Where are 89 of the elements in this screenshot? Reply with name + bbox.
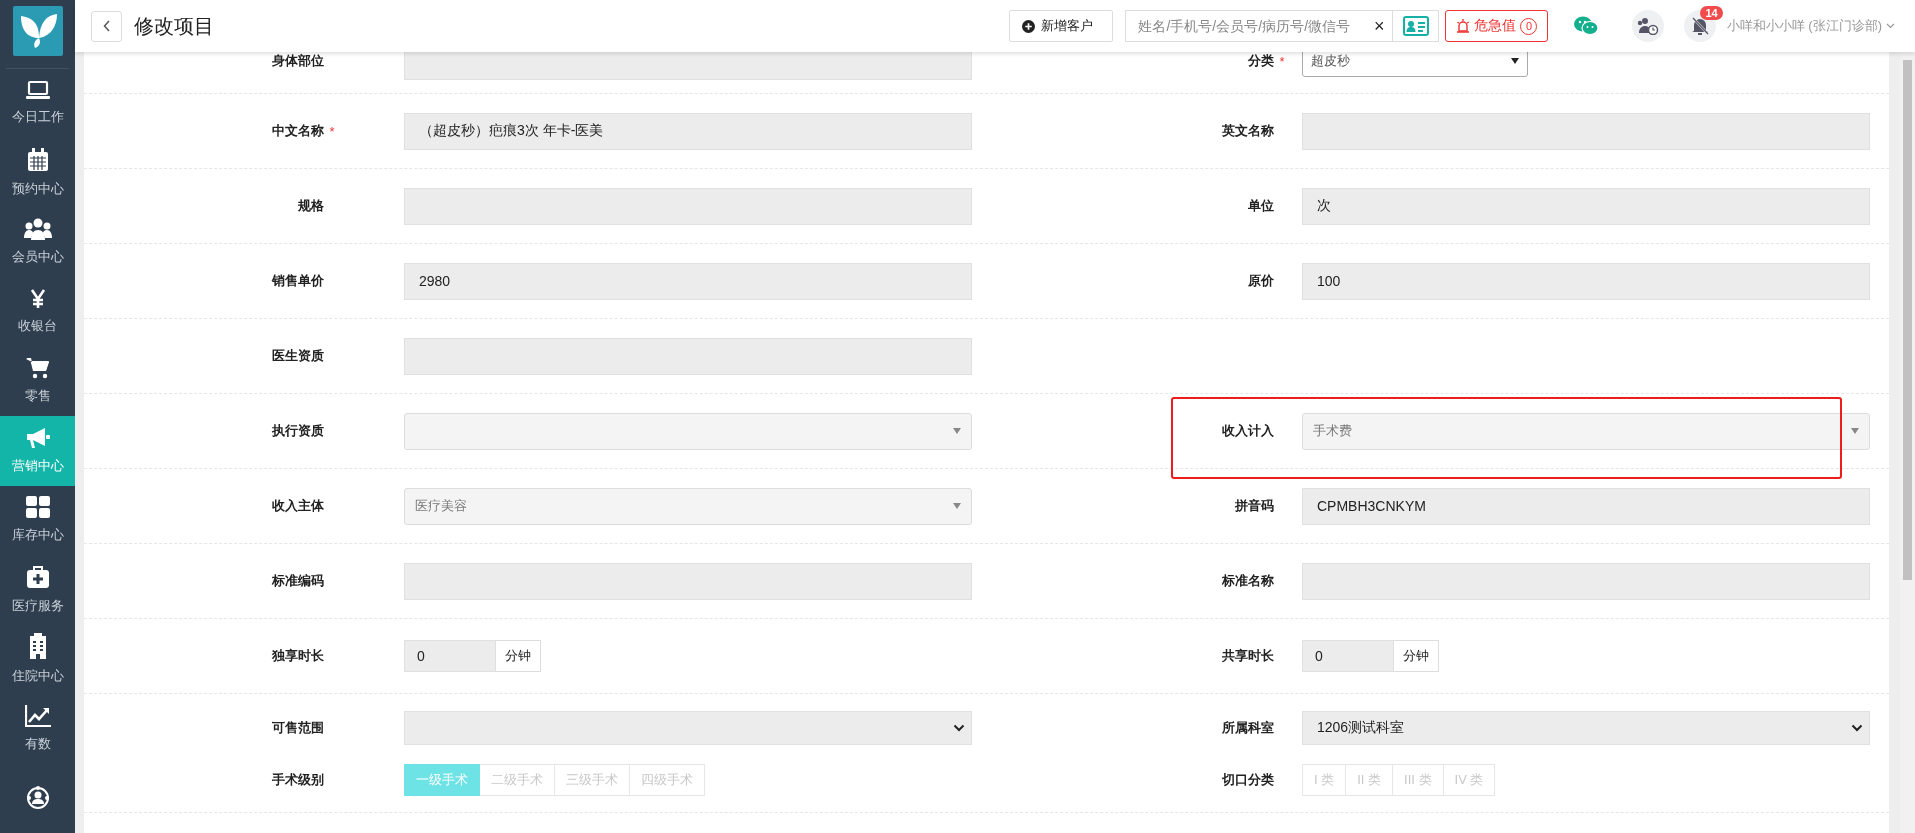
logo-icon: [12, 6, 63, 56]
nav-item[interactable]: 零售: [0, 346, 75, 417]
scrollbar[interactable]: [1900, 52, 1915, 833]
unit-addon: 分钟: [496, 640, 541, 672]
dropdown[interactable]: 医疗美容: [404, 487, 972, 525]
people-circle-icon: [25, 786, 50, 811]
chat-icon[interactable]: [1574, 16, 1599, 36]
users-icon: [23, 218, 52, 241]
text-field[interactable]: CPMBH3CNKYM: [1302, 487, 1870, 525]
field-label: 标准名称: [1222, 572, 1274, 590]
text-field[interactable]: [404, 337, 972, 375]
dropdown[interactable]: [404, 711, 972, 745]
field-label: 规格: [298, 197, 324, 215]
field-label: 收入主体: [272, 497, 324, 515]
text-field[interactable]: 100: [1302, 262, 1870, 300]
text-field[interactable]: （超皮秒）疤痕3次 年卡-医美: [404, 112, 972, 150]
required-mark: *: [1279, 53, 1285, 69]
nav-item[interactable]: 会员中心: [0, 207, 75, 278]
grid-icon: [25, 496, 50, 519]
id-card-button[interactable]: [1393, 10, 1440, 42]
number-field[interactable]: 0: [1302, 640, 1394, 672]
chevron-down-icon: [1851, 724, 1863, 732]
laptop-icon: [25, 80, 50, 101]
nav-item[interactable]: 库存中心: [0, 485, 75, 556]
field-label: 共享时长: [1222, 647, 1274, 665]
text-field[interactable]: [404, 562, 972, 600]
nav-item[interactable]: 医疗服务: [0, 555, 75, 625]
field-label: 手术级别: [272, 771, 324, 789]
nav-item[interactable]: 今日工作: [0, 68, 75, 139]
text-field[interactable]: 2980: [404, 262, 972, 300]
scrollbar-thumb[interactable]: [1903, 60, 1912, 580]
back-button[interactable]: [91, 10, 122, 42]
field-label: 单位: [1248, 197, 1274, 215]
field-label: 中文名称: [272, 122, 324, 140]
caret-icon: [953, 503, 961, 509]
muted-bell-icon[interactable]: [1684, 10, 1717, 42]
chevron-down-icon[interactable]: [1886, 23, 1895, 29]
dropdown[interactable]: [404, 412, 972, 450]
field-label: 可售范围: [272, 719, 324, 737]
number-field[interactable]: 0: [404, 640, 496, 672]
chevron-left-icon: [102, 20, 111, 32]
text-field[interactable]: [1302, 112, 1870, 150]
text-field[interactable]: [404, 187, 972, 225]
text-field[interactable]: [1302, 562, 1870, 600]
new-customer-button[interactable]: 新增客户: [1009, 10, 1114, 42]
field-label: 收入计入: [1222, 422, 1274, 440]
caret-icon: [1851, 428, 1859, 434]
yen-icon: [29, 288, 46, 309]
chart-line-icon: [24, 704, 51, 727]
field-label: 拼音码: [1235, 497, 1274, 515]
calendar-icon: [26, 147, 49, 172]
chevron-down-icon: [953, 724, 965, 732]
page-title: 修改项目: [134, 13, 214, 39]
alert-value-button[interactable]: 危急值 0: [1445, 10, 1549, 42]
nav-item[interactable]: 住院中心: [0, 624, 75, 695]
text-field[interactable]: 次: [1302, 187, 1870, 225]
alarm-light-icon: [1456, 19, 1471, 33]
dropdown[interactable]: 手术费: [1302, 412, 1870, 450]
text-field[interactable]: [404, 52, 972, 80]
caret-icon: [1511, 58, 1519, 64]
caret-icon: [953, 428, 961, 434]
field-label: 医生资质: [272, 347, 324, 365]
field-label: 标准编码: [272, 572, 324, 590]
field-label: 身体部位: [272, 52, 324, 70]
notification-badge: 14: [1700, 6, 1723, 20]
field-label: 英文名称: [1222, 122, 1274, 140]
dropdown[interactable]: 超皮秒: [1302, 52, 1528, 77]
id-card-icon: [1402, 16, 1429, 36]
nav-item[interactable]: 预约中心: [0, 138, 75, 208]
cart-icon: [25, 357, 50, 380]
group-clock-icon[interactable]: [1632, 10, 1665, 42]
nav-item[interactable]: 有数: [0, 694, 75, 764]
field-label: 所属科室: [1222, 719, 1274, 737]
nav-item[interactable]: 收银台: [0, 277, 75, 347]
field-label: 分类: [1248, 52, 1274, 70]
plus-circle-icon: [1022, 19, 1036, 33]
clear-button[interactable]: ×: [1373, 15, 1385, 37]
megaphone-icon: [24, 426, 51, 449]
unit-addon: 分钟: [1394, 640, 1439, 672]
building-icon: [27, 633, 48, 660]
medical-kit-icon: [25, 564, 50, 589]
field-label: 执行资质: [272, 422, 324, 440]
field-label: 销售单价: [272, 272, 324, 290]
field-label: 独享时长: [272, 647, 324, 665]
field-label: 切口分类: [1222, 771, 1274, 789]
required-mark: *: [329, 123, 335, 139]
search-field[interactable]: 姓名/手机号/会员号/病历号/微信号 ×: [1125, 10, 1394, 42]
field-label: 原价: [1248, 272, 1274, 290]
dropdown[interactable]: 1206测试科室: [1302, 711, 1870, 745]
